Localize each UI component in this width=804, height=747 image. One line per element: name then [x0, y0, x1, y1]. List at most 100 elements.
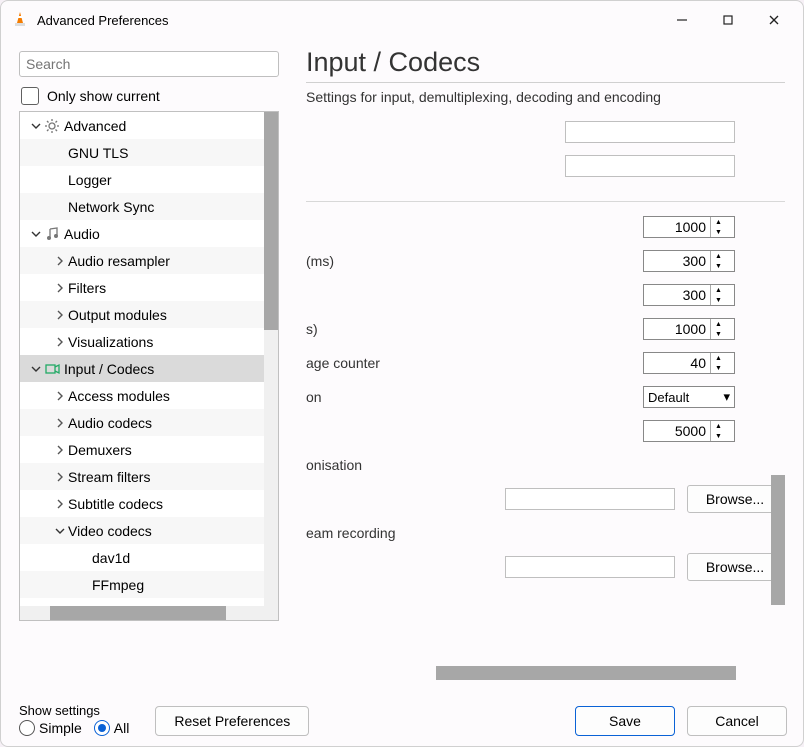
tree-item[interactable]: Input / Codecs	[20, 355, 266, 382]
all-radio[interactable]	[94, 720, 110, 736]
setting-label: age counter	[306, 355, 643, 371]
settings-horizontal-scrollbar[interactable]	[436, 666, 736, 680]
setting-label: eam recording	[306, 525, 785, 541]
chevron-down-icon[interactable]	[28, 229, 44, 239]
spin-input[interactable]: ▲▼	[643, 318, 735, 340]
tree-item[interactable]: Output modules	[20, 301, 266, 328]
tree-item[interactable]: Audio codecs	[20, 409, 266, 436]
tree-item[interactable]: Filters	[20, 274, 266, 301]
chevron-down-icon: ▾	[723, 389, 730, 405]
tree-item[interactable]: Logger	[20, 166, 266, 193]
spin-down-icon[interactable]: ▼	[711, 261, 726, 271]
chevron-right-icon[interactable]	[52, 310, 68, 320]
text-input[interactable]	[565, 155, 735, 177]
tree-item-label: Subtitle codecs	[68, 496, 163, 512]
tree-item-label: Audio resampler	[68, 253, 170, 269]
tree-item[interactable]: Audio resampler	[20, 247, 266, 274]
page-subtitle: Settings for input, demultiplexing, deco…	[306, 89, 785, 105]
preferences-tree[interactable]: Advanced GNU TLS LoggerNetwork Sync Audio Au…	[19, 111, 279, 621]
setting-label: (ms)	[306, 253, 643, 269]
app-icon	[11, 11, 29, 29]
chevron-down-icon[interactable]	[28, 364, 44, 374]
spin-down-icon[interactable]: ▼	[711, 363, 726, 373]
chevron-right-icon[interactable]	[52, 445, 68, 455]
spin-input[interactable]: ▲▼	[643, 420, 735, 442]
tree-item-label: Advanced	[64, 118, 126, 134]
save-button[interactable]: Save	[575, 706, 675, 736]
tree-item[interactable]: Network Sync	[20, 193, 266, 220]
tree-item[interactable]: Visualizations	[20, 328, 266, 355]
tree-item[interactable]: Subtitle codecs	[20, 490, 266, 517]
browse-button[interactable]: Browse...	[687, 485, 783, 513]
spin-down-icon[interactable]: ▼	[711, 227, 726, 237]
spin-input[interactable]: ▲▼	[643, 284, 735, 306]
tree-item-label: GNU TLS	[68, 145, 128, 161]
chevron-right-icon[interactable]	[52, 391, 68, 401]
chevron-right-icon[interactable]	[52, 256, 68, 266]
codec-icon	[44, 361, 60, 377]
tree-item[interactable]: Demuxers	[20, 436, 266, 463]
spin-up-icon[interactable]: ▲	[711, 353, 726, 363]
setting-label: onisation	[306, 457, 785, 473]
tree-item[interactable]: Stream filters	[20, 463, 266, 490]
spin-down-icon[interactable]: ▼	[711, 295, 726, 305]
spin-up-icon[interactable]: ▲	[711, 285, 726, 295]
tree-item-label: Audio codecs	[68, 415, 152, 431]
only-show-current-checkbox[interactable]	[21, 87, 39, 105]
spin-down-icon[interactable]: ▼	[711, 329, 726, 339]
tree-item[interactable]: Video codecs	[20, 517, 266, 544]
all-radio-label: All	[114, 720, 130, 736]
tree-horizontal-scrollbar[interactable]	[20, 606, 266, 620]
close-button[interactable]	[751, 5, 797, 35]
tree-item[interactable]: jpeg	[20, 598, 266, 606]
spin-up-icon[interactable]: ▲	[711, 217, 726, 227]
minimize-button[interactable]	[659, 5, 705, 35]
chevron-right-icon[interactable]	[52, 472, 68, 482]
reset-preferences-button[interactable]: Reset Preferences	[155, 706, 309, 736]
tree-item-label: Video codecs	[68, 523, 152, 539]
path-input[interactable]	[505, 556, 675, 578]
text-input[interactable]	[565, 121, 735, 143]
chevron-right-icon[interactable]	[52, 418, 68, 428]
path-input[interactable]	[505, 488, 675, 510]
tree-item[interactable]: GNU TLS	[20, 139, 266, 166]
page-title: Input / Codecs	[306, 47, 785, 78]
window-title: Advanced Preferences	[37, 13, 659, 28]
spin-input[interactable]: ▲▼	[643, 250, 735, 272]
spin-input[interactable]: ▲▼	[643, 352, 735, 374]
chevron-down-icon[interactable]	[52, 526, 68, 536]
spin-up-icon[interactable]: ▲	[711, 251, 726, 261]
tree-item-label: Output modules	[68, 307, 167, 323]
tree-item-label: dav1d	[92, 550, 130, 566]
maximize-button[interactable]	[705, 5, 751, 35]
tree-item[interactable]: Access modules	[20, 382, 266, 409]
show-settings-label: Show settings	[19, 703, 137, 718]
chevron-right-icon[interactable]	[52, 337, 68, 347]
spin-input[interactable]: ▲▼	[643, 216, 735, 238]
tree-vertical-scrollbar[interactable]	[264, 112, 278, 620]
search-input[interactable]	[19, 51, 279, 77]
tree-item[interactable]: FFmpeg	[20, 571, 266, 598]
tree-item-label: Filters	[68, 280, 106, 296]
tree-item-label: Audio	[64, 226, 100, 242]
music-icon	[44, 226, 60, 242]
tree-item-label: Visualizations	[68, 334, 153, 350]
tree-item[interactable]: dav1d	[20, 544, 266, 571]
tree-item[interactable]: Advanced	[20, 112, 266, 139]
chevron-right-icon[interactable]	[52, 283, 68, 293]
simple-radio[interactable]	[19, 720, 35, 736]
spin-up-icon[interactable]: ▲	[711, 421, 726, 431]
tree-item[interactable]: Audio	[20, 220, 266, 247]
spin-up-icon[interactable]: ▲	[711, 319, 726, 329]
settings-vertical-scrollbar[interactable]	[771, 475, 785, 605]
divider	[306, 82, 785, 83]
simple-radio-label: Simple	[39, 720, 82, 736]
chevron-right-icon[interactable]	[52, 499, 68, 509]
chevron-down-icon[interactable]	[28, 121, 44, 131]
tree-item-label: Demuxers	[68, 442, 132, 458]
browse-button[interactable]: Browse...	[687, 553, 783, 581]
section-divider	[306, 201, 785, 202]
combo-input[interactable]: Default▾	[643, 386, 735, 408]
cancel-button[interactable]: Cancel	[687, 706, 787, 736]
spin-down-icon[interactable]: ▼	[711, 431, 726, 441]
